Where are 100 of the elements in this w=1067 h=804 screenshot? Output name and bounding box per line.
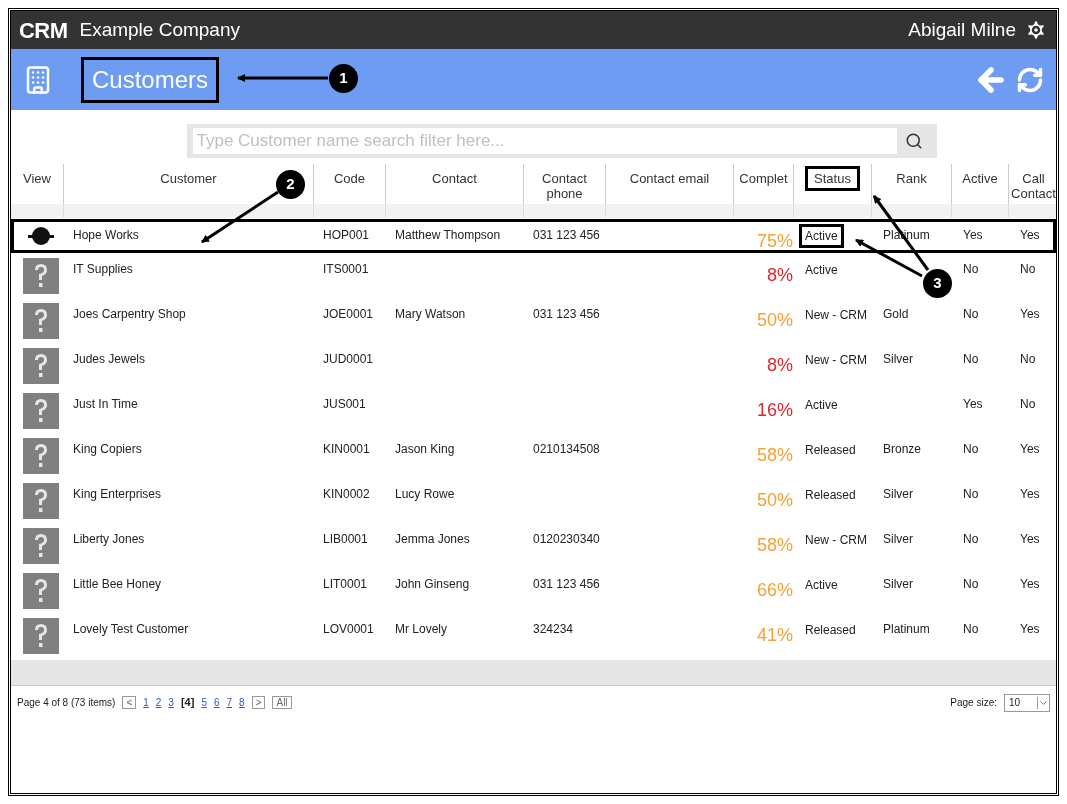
table-cell: Yes xyxy=(963,397,983,411)
table-cell: John Ginseng xyxy=(395,577,470,591)
table-cell: Lovely Test Customer xyxy=(73,622,189,636)
status-cell-text: Active xyxy=(804,397,839,414)
page-link[interactable]: 2 xyxy=(155,695,162,710)
placeholder-image-icon xyxy=(22,303,59,339)
placeholder-image-icon xyxy=(22,348,59,384)
column-header[interactable]: Call Contact xyxy=(1005,166,1062,206)
app-logo: CRM xyxy=(19,16,68,45)
previous-page-button[interactable]: < xyxy=(122,696,137,709)
table-cell: No xyxy=(963,352,979,366)
table-cell: Yes xyxy=(963,228,983,242)
completion-percent: 50% xyxy=(756,489,793,512)
table-cell: Gold xyxy=(883,307,909,321)
table-cell: Yes xyxy=(1020,228,1040,242)
status-cell-text: Released xyxy=(804,442,857,459)
column-header[interactable]: Contact email xyxy=(623,166,716,191)
column-header[interactable]: Rank xyxy=(890,166,933,191)
table-cell: Silver xyxy=(883,532,913,546)
table-cell: No xyxy=(963,487,979,501)
completion-percent: 66% xyxy=(756,579,793,602)
search-field[interactable]: Type Customer name search filter here... xyxy=(186,124,937,158)
table-cell: Bronze xyxy=(883,442,922,456)
page-link[interactable]: 1 xyxy=(143,695,149,710)
table-cell: Platinum xyxy=(883,622,930,636)
page-summary: Page 4 of 8 (73 items) xyxy=(17,696,116,710)
placeholder-image-icon xyxy=(22,258,59,294)
table-cell: Mary Watson xyxy=(395,307,466,321)
table-cell: Yes xyxy=(1020,622,1040,636)
table-cell: HOP001 xyxy=(323,228,370,242)
dropdown-icon xyxy=(1037,696,1049,709)
page-link[interactable]: 6 xyxy=(213,695,220,710)
refresh-icon[interactable] xyxy=(1016,65,1044,94)
column-header[interactable]: Customer xyxy=(154,166,223,191)
status-cell-text: Released xyxy=(804,622,857,639)
column-header[interactable]: Complet xyxy=(733,166,794,191)
table-cell: No xyxy=(963,442,979,456)
status-cell-text: New - CRM xyxy=(804,307,868,324)
table-cell: Yes xyxy=(1020,532,1040,546)
table-cell: No xyxy=(963,307,979,321)
placeholder-image-icon xyxy=(22,483,59,519)
placeholder-image-icon xyxy=(22,528,59,564)
table-cell: Yes xyxy=(1020,487,1040,501)
table-cell: No xyxy=(963,577,979,591)
column-header[interactable]: Contact phone xyxy=(524,166,605,206)
table-cell: No xyxy=(1020,397,1036,411)
placeholder-image-icon xyxy=(22,393,59,429)
table-cell: Judes Jewels xyxy=(73,352,146,366)
table-cell: King Enterprises xyxy=(73,487,162,501)
completion-percent: 58% xyxy=(756,444,793,467)
table-cell: Hope Works xyxy=(73,228,139,242)
table-cell: JUD0001 xyxy=(323,352,374,366)
page-link[interactable]: 3 xyxy=(168,695,174,710)
company-logo-icon xyxy=(26,226,55,246)
status-cell-text: Released xyxy=(804,487,857,504)
table-cell: Liberty Jones xyxy=(73,532,145,546)
column-header[interactable]: Code xyxy=(327,166,372,191)
column-header[interactable]: Status xyxy=(805,166,860,191)
completion-percent: 16% xyxy=(756,399,793,422)
search-icon[interactable] xyxy=(904,132,923,150)
placeholder-image-icon xyxy=(22,618,59,654)
table-cell: JUS001 xyxy=(323,397,366,411)
page-link[interactable]: [4] xyxy=(180,694,195,711)
column-header[interactable]: Active xyxy=(956,166,1004,191)
completion-percent: 75% xyxy=(756,230,793,253)
column-header[interactable]: Contact xyxy=(426,166,483,191)
table-cell: Mr Lovely xyxy=(395,622,447,636)
table-cell: Silver xyxy=(883,577,913,591)
page-size-label: Page size: xyxy=(950,696,997,710)
user-name: Abigail Milne xyxy=(908,17,1016,42)
page-size-select[interactable]: 10 xyxy=(1004,693,1050,712)
table-cell: No xyxy=(1020,262,1036,276)
table-cell: King Copiers xyxy=(73,442,142,456)
table-cell: Silver xyxy=(883,487,913,501)
all-pages-button[interactable]: All xyxy=(272,696,292,709)
completion-percent: 41% xyxy=(756,624,793,647)
column-header[interactable]: View xyxy=(17,166,57,191)
placeholder-image-icon xyxy=(22,438,59,474)
table-cell: Just In Time xyxy=(73,397,138,411)
table-cell: Yes xyxy=(1020,442,1040,456)
table-cell: LIT0001 xyxy=(323,577,368,591)
completion-percent: 58% xyxy=(756,534,793,557)
table-cell: JOE0001 xyxy=(323,307,374,321)
table-cell: Lucy Rowe xyxy=(395,487,455,501)
completion-percent: 8% xyxy=(767,354,793,377)
table-cell: IT Supplies xyxy=(73,262,133,276)
completion-percent: 50% xyxy=(756,309,793,332)
table-cell: Jason King xyxy=(395,442,455,456)
status-cell: Active xyxy=(799,224,844,248)
table-cell: Little Bee Honey xyxy=(73,577,162,591)
table-cell: KIN0001 xyxy=(323,442,370,456)
page-link[interactable]: 5 xyxy=(201,695,207,710)
table-cell: 031 123 456 xyxy=(533,228,600,242)
page-link[interactable]: 7 xyxy=(226,695,233,710)
page-link[interactable]: 8 xyxy=(239,695,245,710)
page-title: Customers xyxy=(81,56,220,103)
table-cell: ITS0001 xyxy=(323,262,369,276)
next-page-button[interactable]: > xyxy=(251,696,266,709)
table-cell: 0120230340 xyxy=(533,532,600,546)
table-cell: 031 123 456 xyxy=(533,307,600,321)
